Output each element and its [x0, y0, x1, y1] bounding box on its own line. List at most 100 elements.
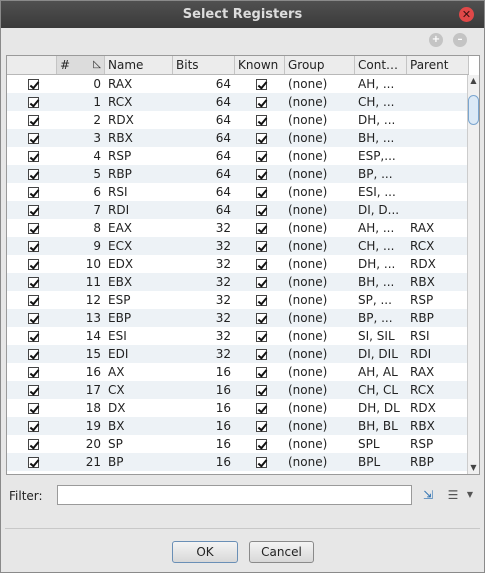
table-row[interactable]: 8 EAX 32 (none) AH, ... RAX	[7, 219, 469, 237]
table-row[interactable]: 19 BX 16 (none) BH, BL RBX	[7, 417, 469, 435]
header-bits[interactable]: Bits	[173, 56, 235, 74]
row-select-checkbox[interactable]	[7, 165, 57, 183]
table-row[interactable]: 0 RAX 64 (none) AH, ...	[7, 75, 469, 93]
checkbox-checked-icon[interactable]	[256, 241, 267, 252]
checkbox-checked-icon[interactable]	[28, 421, 39, 432]
row-select-checkbox[interactable]	[7, 183, 57, 201]
row-select-checkbox[interactable]	[7, 417, 57, 435]
row-known-checkbox[interactable]	[235, 345, 285, 363]
row-known-checkbox[interactable]	[235, 327, 285, 345]
table-row[interactable]: 15 EDI 32 (none) DI, DIL RDI	[7, 345, 469, 363]
checkbox-checked-icon[interactable]	[28, 331, 39, 342]
checkbox-checked-icon[interactable]	[256, 277, 267, 288]
scroll-thumb[interactable]	[468, 95, 479, 125]
checkbox-checked-icon[interactable]	[28, 367, 39, 378]
table-row[interactable]: 17 CX 16 (none) CH, CL RCX	[7, 381, 469, 399]
row-known-checkbox[interactable]	[235, 291, 285, 309]
row-known-checkbox[interactable]	[235, 363, 285, 381]
checkbox-checked-icon[interactable]	[256, 187, 267, 198]
scroll-up-icon[interactable]: ▲	[468, 75, 479, 87]
checkbox-checked-icon[interactable]	[256, 223, 267, 234]
checkbox-checked-icon[interactable]	[256, 295, 267, 306]
checkbox-checked-icon[interactable]	[28, 115, 39, 126]
header-parent[interactable]: Parent	[407, 56, 469, 74]
row-known-checkbox[interactable]	[235, 147, 285, 165]
row-known-checkbox[interactable]	[235, 183, 285, 201]
table-row[interactable]: 4 RSP 64 (none) ESP,...	[7, 147, 469, 165]
row-known-checkbox[interactable]	[235, 129, 285, 147]
row-select-checkbox[interactable]	[7, 291, 57, 309]
row-known-checkbox[interactable]	[235, 93, 285, 111]
scroll-down-icon[interactable]: ▼	[468, 462, 479, 474]
row-known-checkbox[interactable]	[235, 381, 285, 399]
row-select-checkbox[interactable]	[7, 219, 57, 237]
checkbox-checked-icon[interactable]	[28, 187, 39, 198]
table-row[interactable]: 16 AX 16 (none) AH, AL RAX	[7, 363, 469, 381]
checkbox-checked-icon[interactable]	[256, 385, 267, 396]
table-row[interactable]: 11 EBX 32 (none) BH, ... RBX	[7, 273, 469, 291]
row-select-checkbox[interactable]	[7, 309, 57, 327]
checkbox-checked-icon[interactable]	[256, 367, 267, 378]
row-known-checkbox[interactable]	[235, 237, 285, 255]
checkbox-checked-icon[interactable]	[256, 313, 267, 324]
checkbox-checked-icon[interactable]	[28, 457, 39, 468]
checkbox-checked-icon[interactable]	[28, 223, 39, 234]
header-selected[interactable]	[7, 56, 57, 74]
add-icon[interactable]: +	[429, 33, 443, 47]
row-select-checkbox[interactable]	[7, 399, 57, 417]
row-known-checkbox[interactable]	[235, 111, 285, 129]
table-row[interactable]: 3 RBX 64 (none) BH, ...	[7, 129, 469, 147]
table-row[interactable]: 13 EBP 32 (none) BP, ... RBP	[7, 309, 469, 327]
checkbox-checked-icon[interactable]	[256, 97, 267, 108]
row-select-checkbox[interactable]	[7, 363, 57, 381]
row-known-checkbox[interactable]	[235, 219, 285, 237]
row-known-checkbox[interactable]	[235, 255, 285, 273]
row-select-checkbox[interactable]	[7, 453, 57, 471]
table-row[interactable]: 6 RSI 64 (none) ESI, ...	[7, 183, 469, 201]
row-known-checkbox[interactable]	[235, 417, 285, 435]
checkbox-checked-icon[interactable]	[256, 259, 267, 270]
header-known[interactable]: Known	[235, 56, 285, 74]
row-select-checkbox[interactable]	[7, 147, 57, 165]
row-select-checkbox[interactable]	[7, 129, 57, 147]
checkbox-checked-icon[interactable]	[28, 295, 39, 306]
checkbox-checked-icon[interactable]	[256, 169, 267, 180]
checkbox-checked-icon[interactable]	[28, 277, 39, 288]
row-select-checkbox[interactable]	[7, 75, 57, 93]
table-row[interactable]: 1 RCX 64 (none) CH, ...	[7, 93, 469, 111]
vertical-scrollbar[interactable]: ▲ ▼	[467, 75, 479, 474]
row-select-checkbox[interactable]	[7, 273, 57, 291]
row-known-checkbox[interactable]	[235, 165, 285, 183]
checkbox-checked-icon[interactable]	[28, 259, 39, 270]
cancel-button[interactable]: Cancel	[249, 541, 314, 563]
table-row[interactable]: 14 ESI 32 (none) SI, SIL RSI	[7, 327, 469, 345]
close-icon[interactable]: ✕	[459, 7, 474, 22]
table-row[interactable]: 20 SP 16 (none) SPL RSP	[7, 435, 469, 453]
checkbox-checked-icon[interactable]	[256, 115, 267, 126]
header-name[interactable]: Name	[105, 56, 173, 74]
table-row[interactable]: 18 DX 16 (none) DH, DL RDX	[7, 399, 469, 417]
row-select-checkbox[interactable]	[7, 111, 57, 129]
row-select-checkbox[interactable]	[7, 345, 57, 363]
row-select-checkbox[interactable]	[7, 435, 57, 453]
filter-input[interactable]	[57, 485, 412, 505]
row-select-checkbox[interactable]	[7, 237, 57, 255]
checkbox-checked-icon[interactable]	[28, 79, 39, 90]
filter-clear-icon[interactable]: ⇲	[420, 487, 436, 503]
row-known-checkbox[interactable]	[235, 435, 285, 453]
table-row[interactable]: 21 BP 16 (none) BPL RBP	[7, 453, 469, 471]
checkbox-checked-icon[interactable]	[28, 439, 39, 450]
row-known-checkbox[interactable]	[235, 201, 285, 219]
table-row[interactable]: 2 RDX 64 (none) DH, ...	[7, 111, 469, 129]
checkbox-checked-icon[interactable]	[28, 241, 39, 252]
table-row[interactable]: 12 ESP 32 (none) SP, ... RSP	[7, 291, 469, 309]
header-group[interactable]: Group	[285, 56, 355, 74]
checkbox-checked-icon[interactable]	[28, 313, 39, 324]
row-select-checkbox[interactable]	[7, 201, 57, 219]
checkbox-checked-icon[interactable]	[256, 457, 267, 468]
row-select-checkbox[interactable]	[7, 381, 57, 399]
row-known-checkbox[interactable]	[235, 309, 285, 327]
checkbox-checked-icon[interactable]	[28, 151, 39, 162]
checkbox-checked-icon[interactable]	[28, 169, 39, 180]
checkbox-checked-icon[interactable]	[256, 205, 267, 216]
